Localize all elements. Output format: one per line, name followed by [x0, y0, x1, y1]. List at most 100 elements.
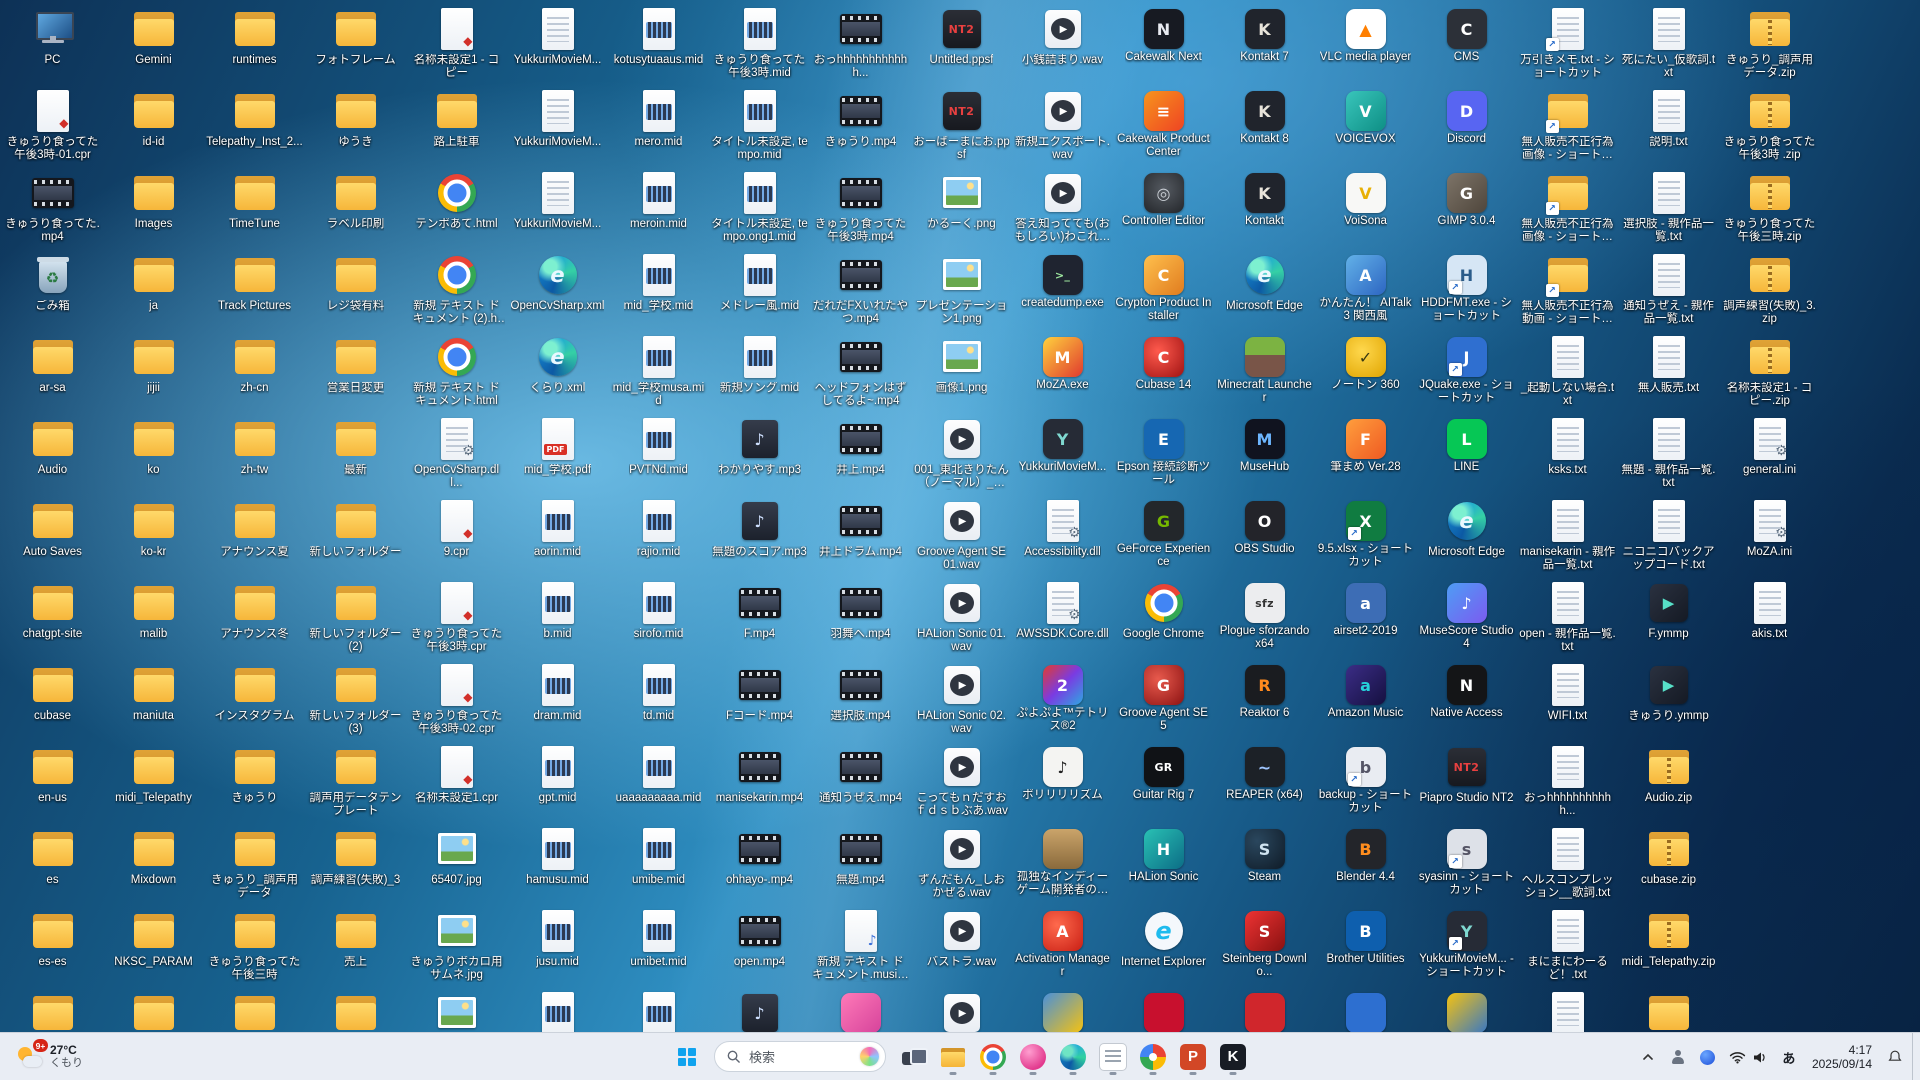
- desktop-icon[interactable]: 孤独なインディーゲーム開発者の一生...: [1012, 823, 1113, 905]
- desktop-icon[interactable]: R Reaktor 6: [1214, 659, 1315, 741]
- desktop-icon[interactable]: Piapro Studio NT2: [1416, 741, 1517, 823]
- desktop-icon[interactable]: mid_学校.mid: [608, 249, 709, 331]
- desktop-icon[interactable]: mero.mid: [608, 85, 709, 167]
- desktop-icon[interactable]: プレゼンテーション1.png: [911, 249, 1012, 331]
- desktop-icon[interactable]: _起動しない場合.txt: [1517, 331, 1618, 413]
- taskbar-app-cakewalk[interactable]: K: [1213, 1037, 1253, 1077]
- desktop-icon[interactable]: [103, 987, 204, 1032]
- tray-chevron-button[interactable]: [1635, 1039, 1661, 1075]
- desktop-icon[interactable]: くらり.xml: [507, 331, 608, 413]
- desktop-icon[interactable]: 売上: [305, 905, 406, 987]
- desktop-icon[interactable]: 新規ソング.mid: [709, 331, 810, 413]
- desktop-icon[interactable]: きゅうり_調声用データ: [204, 823, 305, 905]
- desktop-icon[interactable]: きゅうり食ってた午後3時.mp4: [810, 167, 911, 249]
- desktop-icon[interactable]: G GeForce Experience: [1113, 495, 1214, 577]
- desktop-icon[interactable]: ♪ MuseScore Studio 4: [1416, 577, 1517, 659]
- desktop-icon[interactable]: open.mp4: [709, 905, 810, 987]
- desktop-icon[interactable]: Audio.zip: [1618, 741, 1719, 823]
- desktop-icon[interactable]: 井上ドラム.mp4: [810, 495, 911, 577]
- desktop-icon[interactable]: B Blender 4.4: [1315, 823, 1416, 905]
- desktop-icon[interactable]: おっhhhhhhhhhhhh...: [810, 3, 911, 85]
- desktop-icon[interactable]: 無題.mp4: [810, 823, 911, 905]
- desktop-icon[interactable]: A かんたん！ AITalk 3 関西風: [1315, 249, 1416, 331]
- desktop-icon[interactable]: 名称未設定1.cpr: [406, 741, 507, 823]
- desktop-icon[interactable]: C Crypton Product Installer: [1113, 249, 1214, 331]
- desktop-icon[interactable]: AWSSDK.Core.dll: [1012, 577, 1113, 659]
- desktop-icon[interactable]: zh-tw: [204, 413, 305, 495]
- desktop-icon[interactable]: hamusu.mid: [507, 823, 608, 905]
- desktop-icon[interactable]: es-es: [2, 905, 103, 987]
- desktop-icon[interactable]: L LINE: [1416, 413, 1517, 495]
- desktop-icon[interactable]: H HALion Sonic: [1113, 823, 1214, 905]
- desktop-icon[interactable]: Microsoft Edge: [1416, 495, 1517, 577]
- desktop-icon[interactable]: E Epson 接続診断ツール: [1113, 413, 1214, 495]
- desktop-icon[interactable]: 新規 テキスト ドキュメント.musicxml: [810, 905, 911, 987]
- desktop-icon[interactable]: midi_Telepathy.zip: [1618, 905, 1719, 987]
- desktop-icon[interactable]: 新しいフォルダー (2): [305, 577, 406, 659]
- desktop-icon[interactable]: Internet Explorer: [1113, 905, 1214, 987]
- desktop-icon[interactable]: ssyasinn - ショートカット: [1416, 823, 1517, 905]
- desktop-icon[interactable]: 新しいフォルダー (3): [305, 659, 406, 741]
- desktop-icon[interactable]: Track Pictures: [204, 249, 305, 331]
- desktop-icon[interactable]: 画像1.png: [911, 331, 1012, 413]
- desktop-icon[interactable]: レジ袋有料: [305, 249, 406, 331]
- desktop-icon[interactable]: es: [2, 823, 103, 905]
- desktop-icon[interactable]: uaaaaaaaaa.mid: [608, 741, 709, 823]
- desktop-icon[interactable]: Untitled.ppsf: [911, 3, 1012, 85]
- desktop-icon[interactable]: M MuseHub: [1214, 413, 1315, 495]
- desktop-icon[interactable]: HALion Sonic 01.wav: [911, 577, 1012, 659]
- desktop-icon[interactable]: JJQuake.exe - ショートカット: [1416, 331, 1517, 413]
- taskbar-app-file-explorer[interactable]: [933, 1037, 973, 1077]
- desktop-icon[interactable]: 調声用データテンプレート: [305, 741, 406, 823]
- desktop-icon[interactable]: 答え知ってても(おもしろい)わこれ.wav: [1012, 167, 1113, 249]
- desktop-icon[interactable]: K Kontakt 8: [1214, 85, 1315, 167]
- desktop-icon[interactable]: rajio.mid: [608, 495, 709, 577]
- desktop-icon[interactable]: きゅうり食ってた.mp4: [2, 167, 103, 249]
- desktop-icon[interactable]: ラベル印刷: [305, 167, 406, 249]
- taskbar-app-task-view[interactable]: [893, 1037, 933, 1077]
- desktop-icon[interactable]: ごみ箱: [2, 249, 103, 331]
- desktop-icon[interactable]: きゅうり食ってた午後3時-01.cpr: [2, 85, 103, 167]
- desktop-icon[interactable]: アナウンス冬: [204, 577, 305, 659]
- desktop-icon[interactable]: V VOICEVOX: [1315, 85, 1416, 167]
- desktop-icon[interactable]: HHDDFMT.exe - ショートカット: [1416, 249, 1517, 331]
- show-desktop-button[interactable]: [1912, 1033, 1918, 1080]
- desktop-icon[interactable]: 名称未設定1 - コピー.zip: [1719, 331, 1820, 413]
- desktop-icon[interactable]: [810, 987, 911, 1032]
- desktop-icon[interactable]: 路上駐車: [406, 85, 507, 167]
- desktop-icon[interactable]: 無題 - 親作品一覧.txt: [1618, 413, 1719, 495]
- desktop-icon[interactable]: [1618, 987, 1719, 1032]
- desktop-icon[interactable]: アナウンス夏: [204, 495, 305, 577]
- desktop-icon[interactable]: ◎ Controller Editor: [1113, 167, 1214, 249]
- desktop-icon[interactable]: [608, 987, 709, 1032]
- desktop-icon[interactable]: V VoiSona: [1315, 167, 1416, 249]
- desktop-icon[interactable]: 井上.mp4: [810, 413, 911, 495]
- desktop-icon[interactable]: kotusytuaaus.mid: [608, 3, 709, 85]
- desktop-icon[interactable]: ♪ ポリリリリズム: [1012, 741, 1113, 823]
- desktop-icon[interactable]: Accessibility.dll: [1012, 495, 1113, 577]
- desktop-icon[interactable]: かるーく.png: [911, 167, 1012, 249]
- desktop-icon[interactable]: 無人販売.txt: [1618, 331, 1719, 413]
- desktop-icon[interactable]: C Cubase 14: [1113, 331, 1214, 413]
- desktop-icon[interactable]: N Cakewalk Next: [1113, 3, 1214, 85]
- desktop-icon[interactable]: 無人販売不正行為画像 - ショートカッ...: [1517, 85, 1618, 167]
- desktop-icon[interactable]: 小銭詰まり.wav: [1012, 3, 1113, 85]
- desktop-icon[interactable]: Auto Saves: [2, 495, 103, 577]
- desktop-icon[interactable]: 羽舞へ.mp4: [810, 577, 911, 659]
- desktop-icon[interactable]: N Native Access: [1416, 659, 1517, 741]
- desktop-icon[interactable]: 調声練習(失敗)_3.zip: [1719, 249, 1820, 331]
- desktop-icon[interactable]: 新しいフォルダー: [305, 495, 406, 577]
- desktop-icon[interactable]: ohhayo-.mp4: [709, 823, 810, 905]
- desktop-icon[interactable]: ksks.txt: [1517, 413, 1618, 495]
- desktop-icon[interactable]: ▲ VLC media player: [1315, 3, 1416, 85]
- desktop-icon[interactable]: midi_Telepathy: [103, 741, 204, 823]
- clock[interactable]: 4:17 2025/09/14: [1806, 1043, 1878, 1071]
- desktop-icon[interactable]: manisekarin.mp4: [709, 741, 810, 823]
- desktop-icon[interactable]: jijii: [103, 331, 204, 413]
- taskbar-app-music-app[interactable]: [1013, 1037, 1053, 1077]
- widgets-weather-button[interactable]: 9+ 27°C くもり: [6, 1037, 93, 1077]
- desktop-icon[interactable]: OpenCvSharp.dll...: [406, 413, 507, 495]
- desktop-icon[interactable]: テンポあて.html: [406, 167, 507, 249]
- desktop-icon[interactable]: おっhhhhhhhhhhh...: [1517, 741, 1618, 823]
- desktop-icon[interactable]: HALion Sonic 02.wav: [911, 659, 1012, 741]
